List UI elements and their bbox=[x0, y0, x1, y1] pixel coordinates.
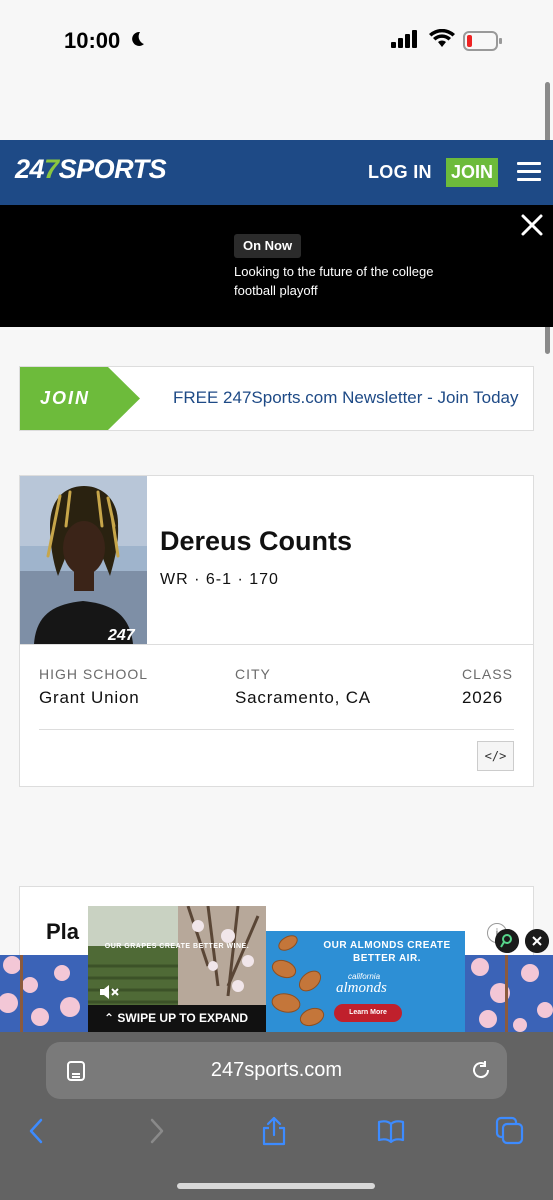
site-header: 247SPORTS LOG IN JOIN bbox=[0, 140, 553, 205]
divider bbox=[20, 644, 533, 645]
photo-watermark: 247 bbox=[107, 627, 136, 644]
newsletter-signup-banner[interactable]: JOIN FREE 247Sports.com Newsletter - Joi… bbox=[19, 366, 534, 431]
player-photo: 247 bbox=[20, 476, 147, 644]
high-school-value[interactable]: Grant Union bbox=[39, 688, 139, 708]
swipe-label: SWIPE UP TO EXPAND bbox=[117, 1011, 249, 1025]
on-now-headline[interactable]: Looking to the future of the college foo… bbox=[234, 262, 474, 300]
city-value: Sacramento, CA bbox=[235, 688, 371, 707]
menu-icon[interactable] bbox=[517, 162, 541, 182]
status-bar: 10:00 bbox=[0, 0, 553, 140]
class-label: CLASS bbox=[462, 666, 513, 682]
share-icon[interactable] bbox=[259, 1116, 289, 1146]
ad-pin-icon[interactable] bbox=[495, 929, 519, 953]
newsletter-join-label: JOIN bbox=[40, 388, 91, 408]
player-profile-card: 247 Dereus Counts WR · 6-1 · 170 HIGH SC… bbox=[19, 475, 534, 787]
wifi-icon bbox=[429, 29, 455, 47]
ad-video-panel[interactable]: OUR GRAPES CREATE BETTER WINE. ⌃ SWIPE U… bbox=[88, 906, 266, 1032]
home-indicator[interactable] bbox=[177, 1183, 375, 1189]
player-name: Dereus Counts bbox=[160, 526, 353, 556]
next-section-title: Pla bbox=[46, 919, 80, 944]
site-logo[interactable]: 247SPORTS bbox=[15, 154, 167, 185]
back-icon[interactable] bbox=[22, 1116, 52, 1146]
logo-digits: 24 bbox=[15, 154, 45, 184]
city-label: CITY bbox=[235, 666, 271, 682]
ad-almonds-banner[interactable]: OUR ALMONDS CREATE BETTER AIR. californi… bbox=[266, 931, 465, 1032]
moon-icon bbox=[132, 31, 144, 46]
ad-video-tagline: OUR GRAPES CREATE BETTER WINE. bbox=[104, 943, 250, 950]
learn-more-button[interactable]: Learn More bbox=[334, 1004, 402, 1022]
embed-code-button[interactable]: </> bbox=[477, 741, 514, 771]
clock: 10:00 bbox=[64, 28, 121, 53]
url-text[interactable]: 247sports.com bbox=[46, 1059, 507, 1082]
logo-word: SPORTS bbox=[58, 154, 167, 184]
ad-close-icon[interactable] bbox=[525, 929, 549, 953]
close-icon[interactable] bbox=[519, 212, 545, 238]
ad-banner-headline: OUR ALMONDS CREATE BETTER AIR. bbox=[323, 940, 451, 964]
swipe-up-to-expand[interactable]: ⌃ SWIPE UP TO EXPAND bbox=[88, 1005, 266, 1032]
join-button[interactable]: JOIN bbox=[446, 158, 498, 187]
newsletter-text[interactable]: FREE 247Sports.com Newsletter - Join Tod… bbox=[173, 388, 519, 408]
reload-icon[interactable] bbox=[470, 1059, 492, 1081]
battery-low-icon bbox=[463, 31, 502, 51]
tabs-icon[interactable] bbox=[495, 1116, 525, 1146]
divider bbox=[39, 729, 514, 730]
on-now-badge: On Now bbox=[234, 234, 302, 258]
bookmarks-icon[interactable] bbox=[376, 1116, 406, 1146]
login-link[interactable]: LOG IN bbox=[368, 162, 432, 183]
chevron-up-icon: ⌃ bbox=[104, 1011, 115, 1025]
player-position-height-weight: WR · 6-1 · 170 bbox=[160, 571, 279, 588]
logo-seven: 7 bbox=[44, 154, 59, 184]
browser-toolbar: 247sports.com bbox=[0, 1032, 553, 1200]
address-bar[interactable]: 247sports.com bbox=[46, 1042, 507, 1099]
cellular-signal-icon bbox=[391, 30, 417, 48]
mute-icon[interactable] bbox=[98, 984, 120, 1000]
class-value: 2026 bbox=[462, 688, 504, 707]
forward-icon[interactable] bbox=[141, 1116, 171, 1146]
high-school-label: HIGH SCHOOL bbox=[39, 666, 149, 682]
ad-brand: almonds bbox=[336, 980, 387, 996]
on-now-banner[interactable]: On Now Looking to the future of the coll… bbox=[0, 205, 553, 327]
